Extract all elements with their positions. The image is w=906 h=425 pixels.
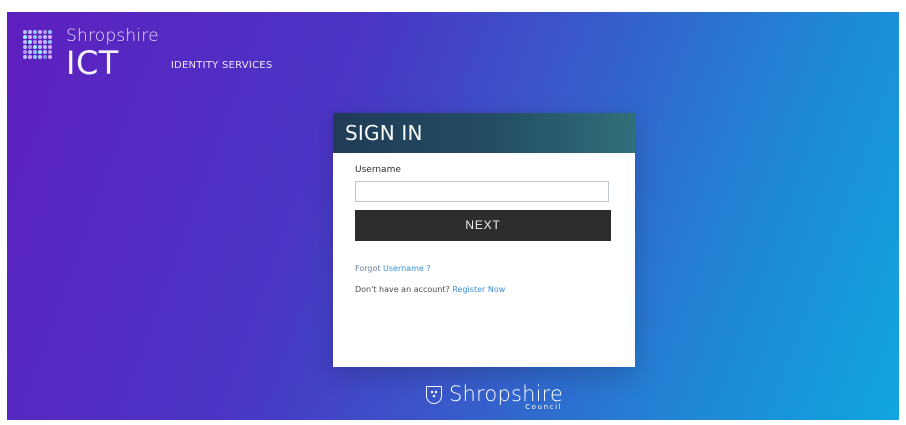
forgot-prefix: Forgot	[355, 263, 381, 273]
username-label: Username	[355, 165, 401, 175]
identity-services-label: IDENTITY SERVICES	[170, 60, 273, 71]
sign-in-form: Username NEXT Forgot Username ? Don't ha…	[333, 153, 635, 294]
footer-title: Shropshire	[449, 382, 564, 406]
gradient-background: Shropshire ICT IDENTITY SERVICES SIGN IN…	[7, 12, 899, 420]
footer-logo-text: Shropshire Council	[449, 384, 563, 411]
forgot-username-link[interactable]: Username ?	[383, 264, 431, 273]
register-prompt: Don't have an account?	[355, 284, 450, 294]
footer-subtitle: Council	[525, 403, 563, 411]
shropshire-crest-icon	[425, 385, 443, 411]
next-button[interactable]: NEXT	[355, 209, 611, 241]
sign-in-card: SIGN IN Username NEXT Forgot Username ? …	[333, 113, 635, 367]
brand-text: Shropshire ICT	[66, 26, 159, 82]
brand-top-text: Shropshire	[66, 26, 159, 46]
sign-in-title: SIGN IN	[345, 121, 423, 145]
shropshire-ict-brand: Shropshire ICT IDENTITY SERVICES	[23, 26, 272, 79]
forgot-username-row: Forgot Username ?	[355, 264, 431, 273]
username-input[interactable]	[355, 180, 609, 202]
register-row: Don't have an account? Register Now	[355, 285, 613, 294]
brand-main-text: ICT	[66, 44, 119, 82]
register-now-link[interactable]: Register Now	[452, 285, 505, 294]
dot-grid-logo-icon	[23, 30, 58, 65]
sign-in-header: SIGN IN	[333, 113, 635, 153]
shropshire-council-logo: Shropshire Council	[425, 384, 563, 411]
card-bottom-edge	[333, 350, 635, 367]
login-page: Shropshire ICT IDENTITY SERVICES SIGN IN…	[0, 0, 906, 425]
